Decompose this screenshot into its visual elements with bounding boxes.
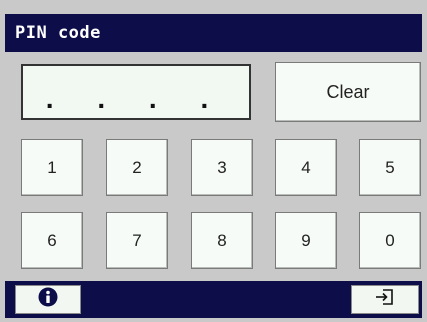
key-7[interactable]: 7	[106, 212, 168, 269]
pin-masked-value: . . . .	[45, 83, 227, 114]
key-5[interactable]: 5	[359, 139, 421, 196]
title-bar: PIN code	[5, 14, 422, 52]
key-3[interactable]: 3	[191, 139, 253, 196]
pin-dialog: PIN code . . . . Clear 1 2 3 4 5 6 7 8 9…	[0, 0, 427, 322]
clear-button[interactable]: Clear	[275, 62, 421, 122]
info-icon	[38, 287, 58, 312]
key-2[interactable]: 2	[106, 139, 168, 196]
sign-in-exit-icon	[374, 287, 396, 312]
page-title: PIN code	[15, 23, 101, 43]
key-8[interactable]: 8	[191, 212, 253, 269]
key-4[interactable]: 4	[275, 139, 337, 196]
key-0[interactable]: 0	[359, 212, 421, 269]
key-1[interactable]: 1	[21, 139, 83, 196]
info-button[interactable]	[15, 285, 81, 314]
exit-button[interactable]	[351, 285, 419, 314]
key-9[interactable]: 9	[275, 212, 337, 269]
key-6[interactable]: 6	[21, 212, 83, 269]
pin-display: . . . .	[21, 64, 251, 120]
